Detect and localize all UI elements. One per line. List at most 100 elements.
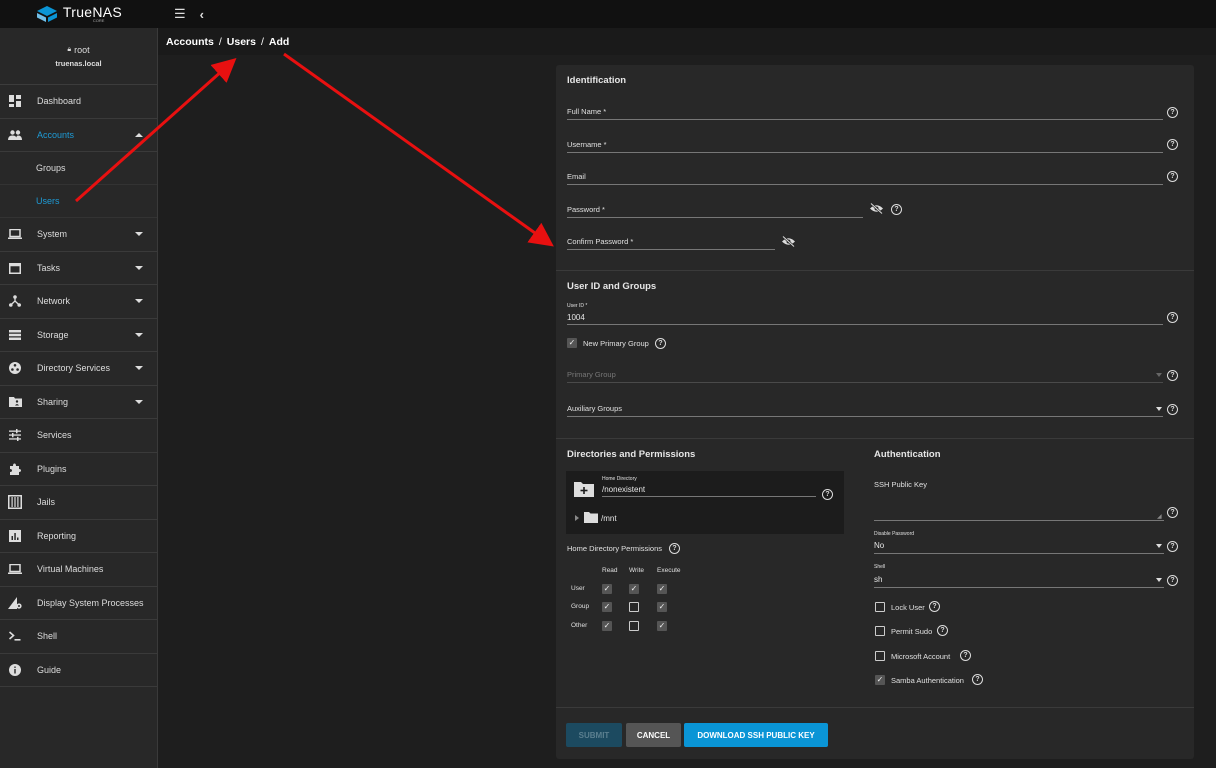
cancel-button[interactable]: CANCEL <box>626 723 681 747</box>
help-icon[interactable]: ? <box>655 338 666 349</box>
sidebar-item-system[interactable]: System <box>0 218 157 252</box>
user-id-label: User ID * <box>567 303 588 309</box>
chart-icon <box>8 529 22 543</box>
help-icon[interactable]: ? <box>1167 312 1178 323</box>
disable-password-select[interactable]: No <box>874 541 884 550</box>
breadcrumb-users[interactable]: Users <box>227 36 256 48</box>
full-name-input[interactable] <box>567 119 1163 120</box>
processes-icon <box>8 596 22 610</box>
chevron-down-icon[interactable] <box>1156 578 1162 582</box>
breadcrumb-separator: / <box>218 35 222 48</box>
truenas-logo[interactable]: TrueNAS CORE <box>0 0 158 28</box>
chevron-down-icon <box>135 399 143 404</box>
other-read-checkbox[interactable]: ✓ <box>602 621 612 631</box>
chevron-down-icon[interactable] <box>1156 407 1162 411</box>
home-directory-input[interactable]: /nonexistent <box>602 485 645 494</box>
sidebar-subitem-users[interactable]: Users <box>0 185 157 218</box>
new-primary-group-checkbox[interactable]: ✓ <box>567 338 577 348</box>
help-icon[interactable]: ? <box>960 650 971 661</box>
tree-node-mnt[interactable]: /mnt <box>601 514 617 523</box>
chevron-down-icon <box>135 366 143 371</box>
sidebar-item-directory-services[interactable]: Directory Services <box>0 352 157 386</box>
samba-authentication-checkbox[interactable]: ✓ <box>875 675 885 685</box>
visibility-off-icon[interactable] <box>869 203 884 214</box>
sidebar-item-guide[interactable]: Guide <box>0 654 157 687</box>
help-icon[interactable]: ? <box>891 204 902 215</box>
perm-col-write: Write <box>629 567 645 574</box>
help-icon[interactable]: ? <box>1167 404 1178 415</box>
auxiliary-groups-select[interactable] <box>567 416 1163 417</box>
breadcrumb-separator: / <box>260 35 264 48</box>
other-execute-checkbox[interactable]: ✓ <box>657 621 667 631</box>
sidebar-item-tasks[interactable]: Tasks <box>0 252 157 285</box>
sidebar-subitem-groups[interactable]: Groups <box>0 152 157 185</box>
sidebar-item-accounts[interactable]: Accounts <box>0 119 157 152</box>
help-icon[interactable]: ? <box>669 543 680 554</box>
help-icon[interactable]: ? <box>1167 575 1178 586</box>
sidebar-item-plugins[interactable]: Plugins <box>0 453 157 486</box>
help-icon[interactable]: ? <box>1167 507 1178 518</box>
help-icon[interactable]: ? <box>1167 541 1178 552</box>
user-write-checkbox[interactable]: ✓ <box>629 584 639 594</box>
sidebar-item-label: Guide <box>37 664 62 675</box>
user-read-checkbox[interactable]: ✓ <box>602 584 612 594</box>
username-input[interactable] <box>567 152 1163 153</box>
network-icon <box>8 294 22 308</box>
help-icon[interactable]: ? <box>937 625 948 636</box>
hostname-display: truenas.local <box>55 58 102 68</box>
sidebar-item-dashboard[interactable]: Dashboard <box>0 85 157 119</box>
help-icon[interactable]: ? <box>929 601 940 612</box>
annotation-arrow <box>283 52 554 247</box>
other-write-checkbox[interactable] <box>629 621 639 631</box>
visibility-off-icon[interactable] <box>781 236 796 247</box>
sidebar-item-display-system-processes[interactable]: Display System Processes <box>0 587 157 620</box>
user-id-input[interactable]: 1004 <box>567 313 585 322</box>
primary-group-label: Primary Group <box>567 370 616 379</box>
group-read-checkbox[interactable]: ✓ <box>602 602 612 612</box>
directory-icon <box>8 361 22 375</box>
group-execute-checkbox[interactable]: ✓ <box>657 602 667 612</box>
submit-button[interactable]: SUBMIT <box>566 723 622 747</box>
sidebar-item-network[interactable]: Network <box>0 285 157 319</box>
perm-col-execute: Execute <box>657 567 681 574</box>
perm-row-group: Group <box>571 603 590 610</box>
chevron-down-icon <box>135 232 143 237</box>
add-user-form: Identification Full Name * ? Username * … <box>556 65 1194 759</box>
group-write-checkbox[interactable] <box>629 602 639 612</box>
chevron-up-icon <box>135 132 143 137</box>
download-ssh-key-button[interactable]: DOWNLOAD SSH PUBLIC KEY <box>684 723 828 747</box>
confirm-password-input[interactable] <box>567 249 775 250</box>
sidebar-item-jails[interactable]: Jails <box>0 486 157 520</box>
help-icon[interactable]: ? <box>1167 171 1178 182</box>
help-icon[interactable]: ? <box>972 674 983 685</box>
breadcrumb-accounts[interactable]: Accounts <box>166 36 214 48</box>
help-icon[interactable]: ? <box>1167 139 1178 150</box>
primary-group-select[interactable] <box>567 382 1163 383</box>
sidebar-item-storage[interactable]: Storage <box>0 319 157 352</box>
sidebar-item-shell[interactable]: Shell <box>0 620 157 654</box>
shell-select[interactable]: sh <box>874 575 882 584</box>
help-icon[interactable]: ? <box>822 489 833 500</box>
resize-handle-icon[interactable]: ◢ <box>1157 513 1162 520</box>
sidebar-item-services[interactable]: Services <box>0 419 157 453</box>
sidebar-item-sharing[interactable]: Sharing <box>0 386 157 419</box>
user-execute-checkbox[interactable]: ✓ <box>657 584 667 594</box>
help-icon[interactable]: ? <box>1167 370 1178 381</box>
chevron-down-icon[interactable] <box>1156 544 1162 548</box>
expand-arrow-icon[interactable] <box>575 515 579 521</box>
microsoft-account-checkbox[interactable] <box>875 651 885 661</box>
sidebar-item-reporting[interactable]: Reporting <box>0 520 157 553</box>
password-input[interactable] <box>567 217 863 218</box>
help-icon[interactable]: ? <box>1167 107 1178 118</box>
disable-password-underline <box>874 553 1164 554</box>
hamburger-menu-icon[interactable]: ☰ <box>174 6 186 22</box>
home-directory-underline <box>602 496 816 497</box>
chevron-left-icon[interactable]: ‹ <box>200 7 204 22</box>
breadcrumb-add: Add <box>268 35 290 48</box>
ssh-public-key-textarea[interactable] <box>874 520 1164 521</box>
lock-user-checkbox[interactable] <box>875 602 885 612</box>
create-folder-icon[interactable] <box>574 481 594 497</box>
email-input[interactable] <box>567 184 1163 185</box>
sidebar-item-virtual-machines[interactable]: Virtual Machines <box>0 553 157 587</box>
permit-sudo-checkbox[interactable] <box>875 626 885 636</box>
